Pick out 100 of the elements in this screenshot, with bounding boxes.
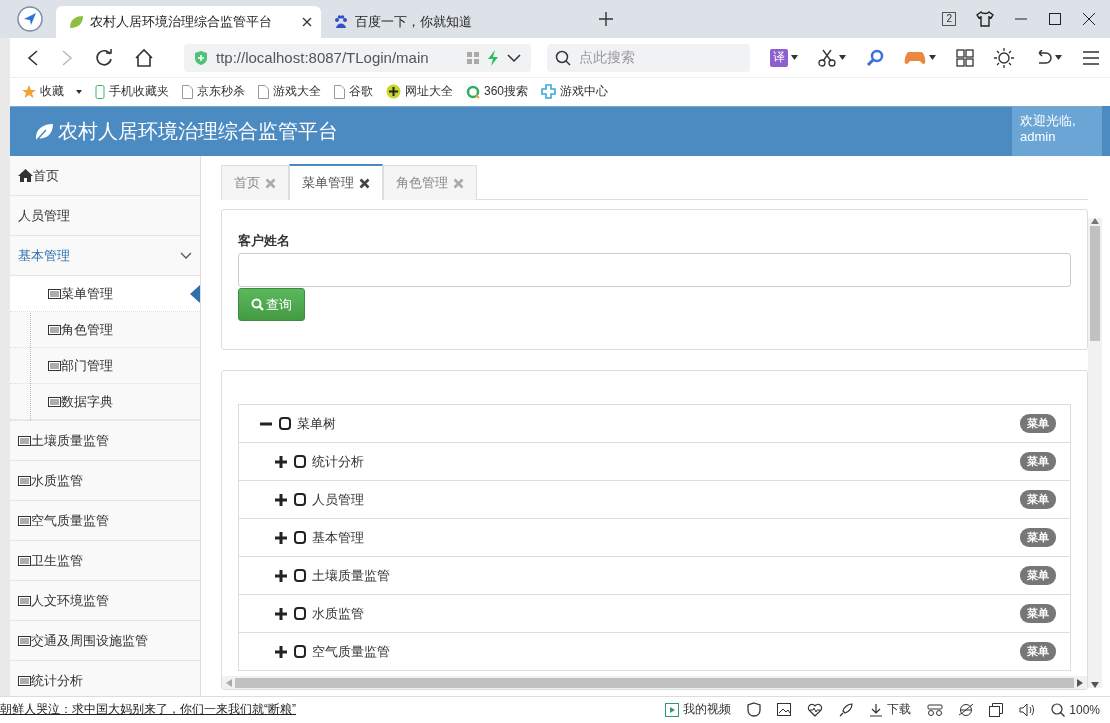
caret-icon[interactable] [929,55,936,60]
submenu-item[interactable]: 菜单管理 [10,276,200,312]
back-icon[interactable] [26,48,40,67]
sidebar-item[interactable]: 首页 [10,156,200,196]
bookmark-link[interactable]: 游戏中心 [560,83,609,100]
scrollbar[interactable] [222,676,1087,689]
browser-tab[interactable]: 百度一下，你就知道 [321,6,586,38]
tree-node[interactable]: 空气质量监管 菜单 [239,633,1070,671]
checkbox-icon[interactable] [279,417,291,430]
submenu-item[interactable]: 角色管理 [10,312,200,348]
scroll-thumb[interactable] [1090,226,1100,341]
menu-icon[interactable] [1082,49,1100,66]
up-arrow-icon[interactable] [1091,218,1099,224]
sidebar-item[interactable]: 水质监管 [10,461,200,501]
chevron-down-icon[interactable] [506,52,521,63]
close-icon[interactable] [301,16,313,28]
browser-tab[interactable]: 农村人居环境治理综合监管平台 [56,6,321,38]
tab-title: 农村人居环境治理综合监管平台 [90,13,273,31]
shirt-icon[interactable] [976,11,994,27]
expand-icon[interactable] [274,454,288,469]
checkbox-icon[interactable] [294,569,306,582]
grid-icon[interactable] [956,48,974,67]
checkbox-icon[interactable] [294,645,306,658]
sun-icon[interactable] [994,47,1014,68]
page-tab[interactable]: 菜单管理 [289,164,383,200]
maximize-icon[interactable] [1048,12,1062,26]
node-label: 水质监管 [312,604,364,623]
heartbeat-icon[interactable] [807,702,824,717]
caret-icon[interactable] [76,89,82,94]
search-placeholder: 点此搜索 [578,48,635,67]
zoom-level[interactable]: 100% [1069,702,1100,717]
bookmark-link[interactable]: 游戏大全 [273,83,321,100]
bookmark-link[interactable]: 手机收藏夹 [109,83,169,100]
checkbox-icon[interactable] [294,455,306,468]
tree-node[interactable]: 菜单树 菜单 [239,405,1070,443]
expand-icon[interactable] [274,568,288,583]
compass-icon[interactable] [16,5,44,33]
new-tab-icon[interactable] [598,11,614,27]
video-link[interactable]: 我的视频 [683,701,732,718]
tree-node[interactable]: 统计分析 菜单 [239,443,1070,481]
node-tag: 菜单 [1020,528,1056,547]
close-icon[interactable] [359,177,370,189]
caret-icon[interactable] [839,55,846,60]
translate-button[interactable]: 译 [770,48,788,67]
chevron-down-icon [180,251,192,260]
shield-icon[interactable] [747,702,762,717]
caret-icon[interactable] [791,55,798,60]
reload-icon[interactable] [94,47,114,68]
input-field[interactable] [238,253,1071,287]
download-link[interactable]: 下载 [887,701,912,718]
bookmark-link[interactable]: 谷歌 [349,83,373,100]
tree-node[interactable]: 水质监管 菜单 [239,595,1070,633]
sidebar-item[interactable]: 卫生监管 [10,541,200,581]
card-icon [18,675,31,686]
tree-node[interactable]: 人员管理 菜单 [239,481,1070,519]
speaker-icon[interactable] [1019,702,1036,717]
caret-icon[interactable] [1055,55,1062,60]
expand-icon[interactable] [274,606,288,621]
card-icon [18,515,31,526]
tree-node[interactable]: 土壤质量监管 菜单 [239,557,1070,595]
node-tag: 菜单 [1020,566,1056,585]
news-link[interactable]: 朝鲜人哭泣：求中国大妈别来了，你们一来我们就“断粮” [0,701,296,718]
browser-e-icon[interactable] [959,702,974,717]
sidebar-item[interactable]: 人员管理 [10,196,200,236]
sidebar-item[interactable]: 交通及周围设施监管 [10,621,200,661]
bookmark-link[interactable]: 收藏 [40,83,64,100]
checkbox-icon[interactable] [294,493,306,506]
magnifier-icon[interactable] [866,48,884,67]
scroll-thumb[interactable] [235,677,1074,688]
down-arrow-icon[interactable] [1091,682,1099,688]
window-icon[interactable] [989,702,1004,717]
sidebar-item[interactable]: 土壤质量监管 [10,421,200,461]
image-icon[interactable] [777,703,792,716]
home-icon[interactable] [134,47,154,68]
scissors-icon[interactable] [818,48,836,67]
home-icon [18,169,33,182]
address-bar[interactable]: ttp://localhost:8087/TLogin/main [184,43,531,72]
tab-count[interactable]: 2 [942,12,956,26]
checkbox-icon[interactable] [294,607,306,620]
close-icon[interactable] [1082,12,1096,26]
scrollbar[interactable] [1088,218,1102,688]
checkbox-icon[interactable] [294,531,306,544]
bookmark-link[interactable]: 京东秒杀 [197,83,245,100]
sidebar-item[interactable]: 空气质量监管 [10,501,200,541]
expand-icon[interactable] [274,644,288,659]
tree-node[interactable]: 基本管理 菜单 [239,519,1070,557]
bookmark-link[interactable]: 网址大全 [405,83,453,100]
submenu-item[interactable]: 部门管理 [10,348,200,384]
right-arrow-icon[interactable] [1077,678,1083,687]
card-icon [18,435,31,446]
expand-icon[interactable] [274,492,288,507]
sidebar-item[interactable]: 人文环境监管 [10,581,200,621]
submenu-item[interactable]: 数据字典 [10,384,200,420]
page-tab[interactable]: 首页 [221,165,289,200]
shield-icon [194,49,208,66]
glasses-icon[interactable] [927,703,944,716]
welcome-text: 欢迎光临, [1020,113,1077,129]
phone-icon [95,84,105,99]
expand-icon[interactable] [274,530,288,545]
bookmark-link[interactable]: 360搜索 [484,83,529,100]
